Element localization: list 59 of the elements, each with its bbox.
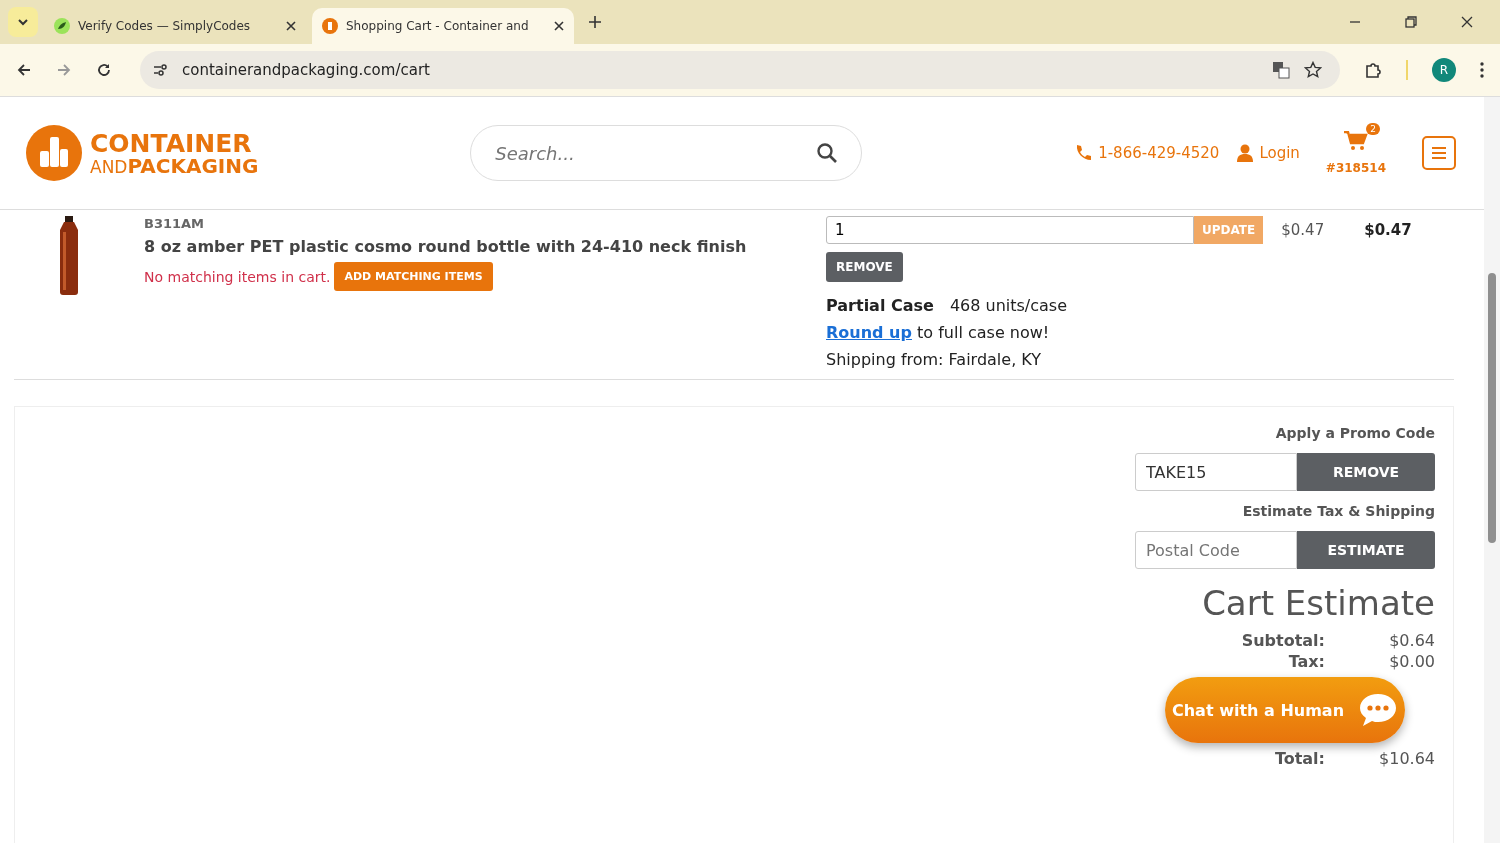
cart-estimate-title: Cart Estimate [1202,583,1435,623]
scrollbar[interactable] [1484,97,1500,843]
address-bar[interactable]: containerandpackaging.com/cart [140,51,1340,89]
total-value: $0.64 [1388,631,1435,650]
close-icon[interactable] [1461,16,1473,28]
user-icon [1237,144,1254,162]
total-label: Subtotal: [1240,631,1325,650]
postal-code-field[interactable]: Postal Code [1135,531,1297,569]
shipping-from: Shipping from: Fairdale, KY [826,350,1041,369]
new-tab-icon[interactable] [588,15,602,29]
back-icon[interactable] [16,62,32,78]
forward-icon[interactable] [56,62,72,78]
reload-icon[interactable] [96,62,112,78]
search-field[interactable]: Search... [470,125,863,181]
tab-list-button[interactable] [8,7,38,37]
round-up-text: Round up to full case now! [826,323,1050,342]
promo-code-field[interactable]: TAKE15 [1135,453,1297,491]
cart-icon[interactable] [1343,131,1368,151]
cart-count-badge: 2 [1366,123,1380,135]
remove-button[interactable]: REMOVE [826,252,903,282]
estimate-button[interactable]: ESTIMATE [1297,531,1435,569]
site-settings-icon[interactable] [152,62,168,78]
bottle-logo-icon [322,18,338,34]
menu-icon[interactable] [1480,62,1484,78]
menu-button[interactable] [1422,136,1456,170]
total-label: Total: [1273,749,1325,768]
partial-case-label: Partial Case [826,296,934,315]
translate-icon[interactable] [1272,61,1290,79]
scrollbar-thumb[interactable] [1488,273,1496,543]
product-sku: B311AM [144,216,206,231]
close-icon[interactable] [554,21,564,31]
quantity-field[interactable]: 1 [826,216,1194,244]
leaf-icon [54,18,70,34]
profile-avatar[interactable]: R [1432,58,1456,82]
browser-tab[interactable]: Verify Codes — SimplyCodes [44,8,306,44]
product-name[interactable]: 8 oz amber PET plastic cosmo round bottle with 24-410 neck finish [144,237,747,256]
matching-note: No matching items in cart. [144,268,331,285]
total-value: $10.64 [1378,749,1435,768]
round-up-link[interactable]: Round up [826,323,912,342]
cart-number: #318514 [1325,161,1386,175]
estimate-heading: Estimate Tax & Shipping [1242,503,1435,519]
chevron-down-icon [17,18,29,26]
chat-bubble-icon [1358,692,1398,728]
total-value: $0.00 [1388,652,1435,671]
remove-promo-button[interactable]: REMOVE [1297,453,1435,491]
search-icon[interactable] [816,142,839,164]
star-icon[interactable] [1304,61,1322,79]
browser-tab[interactable]: Shopping Cart - Container and [312,8,574,44]
phone-icon [1074,144,1093,162]
menu-icon [1431,146,1447,160]
close-icon[interactable] [286,21,296,31]
promo-heading: Apply a Promo Code [1275,425,1435,441]
bottles-logo-icon[interactable] [26,125,82,181]
units-per-case: 468 units/case [949,296,1068,315]
unit-price: $0.47 [1281,221,1325,239]
total-label: Tax: [1287,652,1325,671]
puzzle-piece-icon[interactable] [1364,61,1382,79]
line-total: $0.47 [1364,221,1412,239]
restore-icon[interactable] [1405,16,1417,28]
